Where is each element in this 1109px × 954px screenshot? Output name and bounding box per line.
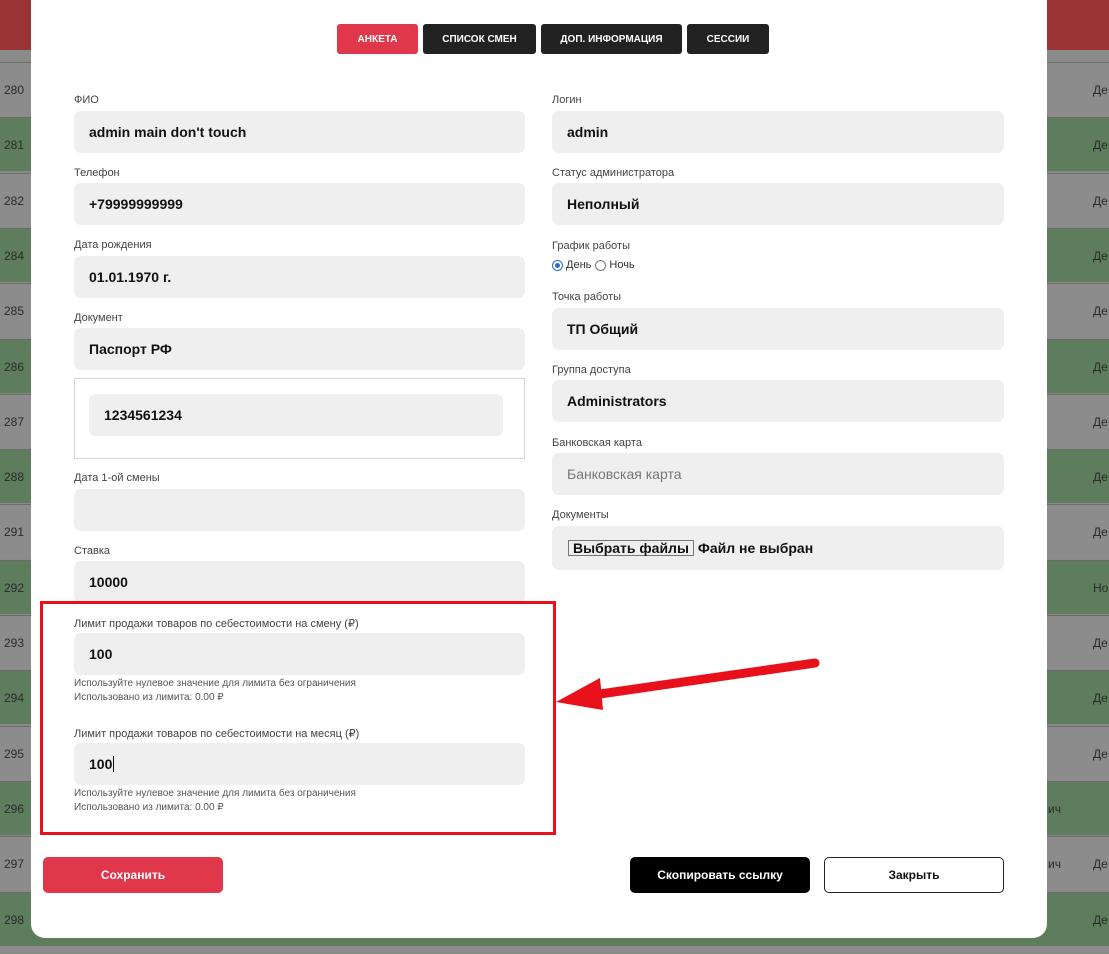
row-number: 295 [4,746,25,761]
tab-sessions[interactable]: Сессии [687,24,769,54]
first-shift-label: Дата 1-ой смены [74,472,160,484]
row-number: 287 [4,414,25,429]
row-number: 298 [4,912,25,927]
work-point-select[interactable]: ТП Общий [552,308,1004,350]
tab-anketa[interactable]: Анкета [337,24,418,54]
document-label: Документ [74,312,123,324]
login-label: Логин [552,94,582,106]
row-shift-text: Де [1093,857,1108,872]
row-number: 294 [4,691,25,706]
bank-card-label: Банковская карта [552,437,642,449]
row-number: 292 [4,580,25,595]
row-number: 281 [4,138,25,153]
row-shift-text: Но [1093,580,1109,595]
birthdate-label: Дата рождения [74,239,152,251]
row-shift-text: Де [1093,470,1108,485]
access-group-select[interactable]: Administrators [552,380,1004,422]
row-shift-text: Де [1093,248,1108,263]
schedule-night-label: Ночь [609,259,635,271]
copy-link-button[interactable]: Скопировать ссылку [630,857,810,893]
admin-status-label: Статус администратора [552,167,675,179]
document-type-select[interactable]: Паспорт РФ [74,328,525,370]
row-number: 288 [4,470,25,485]
row-shift-text: Де [1093,414,1108,429]
phone-field[interactable]: +79999999999 [74,183,525,225]
access-group-label: Группа доступа [552,364,631,376]
row-number: 280 [4,83,25,97]
row-number: 296 [4,801,25,816]
row-shift-text: Де [1093,912,1108,927]
row-number: 284 [4,248,25,263]
annotation-highlight-box [40,601,556,835]
login-field[interactable]: admin [552,111,1004,153]
rate-field[interactable]: 10000 [74,561,525,603]
schedule-label: График работы [552,240,630,252]
schedule-night-radio[interactable] [595,259,607,271]
row-shift-text: Де [1093,193,1108,208]
schedule-day-label: День [566,259,592,271]
save-button[interactable]: Сохранить [43,857,223,893]
documents-file-input: Выбрать файлы Файл не выбран [552,526,1004,570]
phone-label: Телефон [74,167,120,179]
schedule-day-radio[interactable] [552,259,563,271]
tab-extra-info[interactable]: Доп. информация [541,24,682,54]
row-shift-text: Де [1093,359,1108,374]
work-point-label: Точка работы [552,291,622,303]
rate-label: Ставка [74,545,110,557]
fio-field[interactable]: admin main don't touch [74,111,525,153]
close-button[interactable]: Закрыть [824,857,1004,893]
birthdate-field[interactable]: 01.01.1970 г. [74,256,525,298]
row-number: 286 [4,359,25,374]
fio-label: ФИО [74,94,99,106]
row-shift-text: Де [1093,304,1108,319]
schedule-radio-group: День Ночь [552,259,639,271]
bank-card-field[interactable]: Банковская карта [552,453,1004,495]
row-extra-text: ич [1048,857,1061,872]
choose-files-button[interactable]: Выбрать файлы [568,540,694,556]
row-shift-text: Де [1093,636,1108,650]
row-number: 293 [4,636,25,650]
row-extra-text: ич [1048,801,1061,816]
row-number: 282 [4,193,25,208]
row-shift-text: Де [1093,525,1108,540]
documents-label: Документы [552,509,609,521]
first-shift-field[interactable] [74,489,525,531]
file-status-text: Файл не выбран [697,540,814,556]
tab-bar: Анкета Список смен Доп. информация Сесси… [337,24,769,54]
row-shift-text: Де [1093,138,1108,153]
row-shift-text: Де [1093,691,1108,706]
row-number: 291 [4,525,25,540]
row-number: 297 [4,857,25,872]
row-shift-text: Де [1093,83,1108,97]
document-number-field[interactable]: 1234561234 [89,394,503,436]
row-shift-text: Де [1093,746,1108,761]
tab-shift-list[interactable]: Список смен [423,24,536,54]
row-number: 285 [4,304,25,319]
admin-status-select[interactable]: Неполный [552,183,1004,225]
